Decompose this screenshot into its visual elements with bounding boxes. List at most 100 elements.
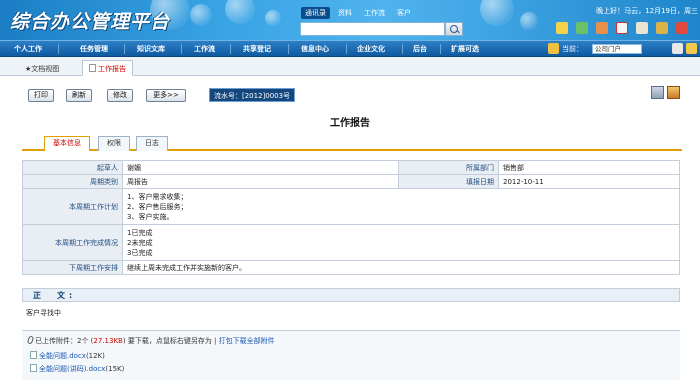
nav-divider	[346, 44, 347, 54]
attachment-item[interactable]: 全能问题.docx(12K)	[30, 351, 105, 361]
plan-line: 2、客户售后服务；	[127, 202, 188, 211]
search-tab-workflow[interactable]: 工作流	[360, 7, 389, 19]
page-title: 工作报告	[330, 118, 370, 129]
attachments-panel: 已上传附件：2个 (27.13KB) 要下载，点鼠标右键另存为 | 打包下载全部…	[22, 330, 680, 380]
app-logo: 综合办公管理平台	[10, 11, 171, 33]
report-form: 起草人 谢媚 所属部门 销售部 周期类别 周报告 填报日期 2012-10-11…	[22, 160, 680, 275]
user-greeting: 晚上好！马云，12月19日，周三	[596, 7, 698, 15]
nav-info-center[interactable]: 信息中心	[301, 44, 329, 54]
edit-icon[interactable]	[672, 43, 683, 54]
export-icon[interactable]	[651, 86, 664, 99]
attachment-size: (15K)	[105, 365, 125, 373]
attachment-item[interactable]: 全能问题(讲码).docx(15K)	[30, 364, 124, 374]
search-user-icon[interactable]	[656, 22, 668, 34]
print-button[interactable]: 打印	[28, 89, 54, 102]
paperclip-icon	[26, 335, 35, 345]
location-icon	[548, 43, 559, 54]
refresh-button[interactable]: 刷新	[66, 89, 92, 102]
portal-select[interactable]: 公司门户	[592, 44, 642, 54]
plan-line: 1、客户需求收集；	[127, 192, 188, 201]
body-text: 客户寻找中	[26, 309, 61, 317]
current-location-label: 当前：	[562, 45, 583, 53]
period-type-label: 周期类别	[22, 174, 123, 189]
mail-icon[interactable]	[676, 22, 688, 34]
tab-document-view[interactable]: ★文档视图	[18, 60, 66, 76]
status-value: 1已完成 2未完成 3已完成	[122, 224, 680, 261]
search-tab-materials[interactable]: 资料	[334, 7, 356, 19]
status-line: 1已完成	[127, 228, 153, 237]
edit-button[interactable]: 修改	[107, 89, 133, 102]
serial-number: 流水号：[2012]0003号	[209, 88, 296, 102]
status-label: 本周期工作完成情况	[22, 224, 123, 261]
plan-line: 3、客户实施。	[127, 212, 174, 221]
department-label: 所属部门	[398, 160, 499, 175]
search-input[interactable]	[300, 22, 445, 36]
home-icon[interactable]	[667, 86, 680, 99]
header-toolbar	[556, 22, 688, 34]
home-icon[interactable]	[556, 22, 568, 34]
decor-bubble	[265, 10, 281, 26]
decor-bubble	[520, 12, 538, 30]
download-all-link[interactable]: 打包下载全部附件	[219, 337, 275, 345]
body-label: 正 文:	[33, 291, 77, 300]
tab-basic-info[interactable]: 基本信息	[44, 136, 90, 151]
attachments-prefix: 已上传附件：2个 (	[35, 337, 94, 345]
report-date-label: 填报日期	[398, 174, 499, 189]
help-icon[interactable]	[686, 43, 697, 54]
nav-divider	[402, 44, 403, 54]
nav-corporate-culture[interactable]: 企业文化	[357, 44, 385, 54]
decor-bubble	[190, 4, 212, 26]
attachment-name[interactable]: 全能问题.docx	[39, 352, 86, 360]
status-line: 2未完成	[127, 238, 153, 247]
nav-divider	[181, 44, 182, 54]
tab-label: 工作报告	[98, 65, 126, 73]
nav-workflow[interactable]: 工作流	[194, 44, 215, 54]
nav-backend[interactable]: 后台	[413, 44, 427, 54]
users-icon[interactable]	[596, 22, 608, 34]
tab-work-report[interactable]: 工作报告	[82, 60, 133, 76]
tab-permissions[interactable]: 权限	[98, 136, 130, 151]
word-file-icon	[30, 364, 37, 372]
nav-divider	[124, 44, 125, 54]
plan-value: 1、客户需求收集； 2、客户售后服务； 3、客户实施。	[122, 188, 680, 225]
nav-divider	[230, 44, 231, 54]
department-value: 销售部	[498, 160, 680, 175]
attachment-size: (12K)	[85, 352, 105, 360]
status-line: 3已完成	[127, 248, 153, 257]
nav-knowledge-library[interactable]: 知识文库	[137, 44, 165, 54]
page-tools	[651, 86, 680, 99]
period-type-value: 周报告	[122, 174, 399, 189]
detail-tabs: 基本信息 权限 日志	[22, 136, 682, 151]
document-tabs: ★文档视图 工作报告	[0, 57, 700, 76]
search-tab-customers[interactable]: 客户	[393, 7, 415, 19]
decor-bubble	[225, 0, 255, 24]
top-banner: 综合办公管理平台 通讯录 资料 工作流 客户 晚上好！马云，12月19日，周三	[0, 0, 700, 40]
nav-personal-work[interactable]: 个人工作	[14, 44, 42, 54]
more-button[interactable]: 更多>>	[146, 89, 186, 102]
nav-task-management[interactable]: 任务管理	[80, 44, 108, 54]
attachments-suffix: ) 要下载，点鼠标右键另存为 |	[122, 337, 219, 345]
nav-divider	[288, 44, 289, 54]
calendar-icon[interactable]	[636, 22, 648, 34]
nav-extensions[interactable]: 扩展可选	[451, 44, 479, 54]
search-tab-contacts[interactable]: 通讯录	[301, 7, 330, 19]
decor-bubble	[480, 0, 514, 26]
search-icon[interactable]	[445, 22, 463, 36]
tab-label: 文档视图	[31, 65, 60, 73]
refresh-icon[interactable]	[576, 22, 588, 34]
main-nav: 个人工作 任务管理 知识文库 工作流 共享登记 信息中心 企业文化 后台 扩展可…	[0, 40, 700, 57]
tab-log[interactable]: 日志	[136, 136, 168, 151]
attachments-summary: 已上传附件：2个 (27.13KB) 要下载，点鼠标右键另存为 | 打包下载全部…	[26, 335, 275, 346]
drafter-value: 谢媚	[122, 160, 399, 175]
message-icon[interactable]	[616, 22, 628, 34]
report-date-value: 2012-10-11	[498, 174, 680, 189]
nav-shared-registration[interactable]: 共享登记	[243, 44, 271, 54]
attachments-total-size: 27.13KB	[93, 337, 123, 345]
next-plan-value: 继续上周未完成工作并实施新的客户。	[122, 260, 680, 275]
body-section-header: 正 文:	[22, 288, 680, 302]
attachment-name[interactable]: 全能问题(讲码).docx	[39, 365, 105, 373]
drafter-label: 起草人	[22, 160, 123, 175]
next-plan-label: 下周期工作安排	[22, 260, 123, 275]
nav-divider	[440, 44, 441, 54]
document-icon	[89, 64, 96, 72]
